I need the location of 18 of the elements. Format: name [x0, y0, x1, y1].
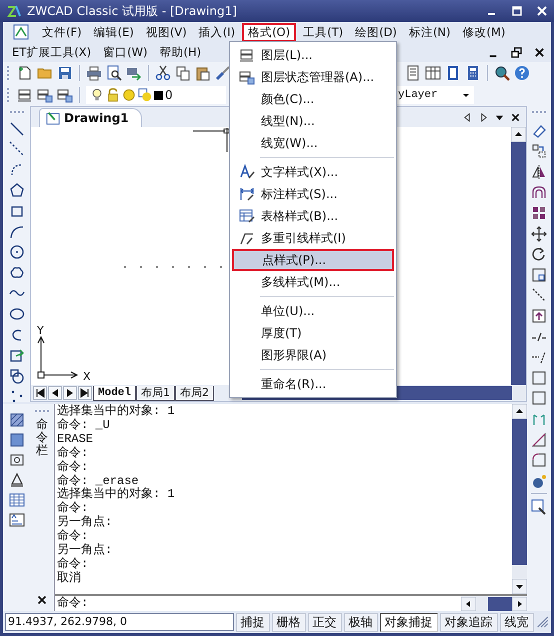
command-line: 选择集当中的对象: 1: [57, 405, 176, 418]
layer-name: 0: [165, 88, 173, 102]
command-line: 选择集当中的对象: 1: [57, 488, 176, 502]
command-line: 命令:: [57, 460, 90, 474]
command-line: 命令:: [57, 446, 90, 460]
tab-label: Drawing1: [64, 111, 129, 125]
window-title: ZWCAD Classic 试用版 - [Drawing1]: [27, 2, 237, 20]
coordinates-display: 91.4937, 262.9798, 0: [5, 613, 234, 631]
command-line: 命令:: [57, 502, 90, 516]
command-line: 另一角点:: [57, 544, 114, 558]
command-line: 命令:: [57, 530, 90, 544]
command-line: 命令:: [57, 558, 90, 571]
command-line: ERASE: [57, 432, 94, 446]
command-line: 取消: [57, 572, 82, 586]
command-line: 命令: _erase: [57, 474, 139, 488]
panel-title: 命令栏: [36, 418, 48, 458]
command-line: 命令: _U: [57, 418, 111, 433]
command-line: 另一角点:: [57, 516, 114, 530]
